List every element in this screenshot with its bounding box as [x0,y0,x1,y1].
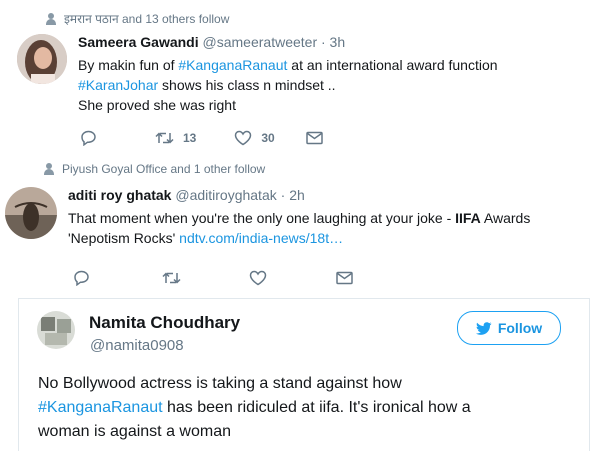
retweet-button[interactable]: 13 [155,131,196,145]
text-segment: By makin fun of [78,57,179,73]
reply-button[interactable] [80,130,97,146]
envelope-icon [336,271,353,285]
heart-icon [235,130,252,146]
retweet-icon [155,132,174,144]
user-handle[interactable]: @sameeratweeter [203,34,318,50]
text-segment: She proved she was right [78,97,236,113]
tweet-text: By makin fun of #KanganaRanaut at an int… [78,55,578,115]
retweet-icon [162,272,181,284]
envelope-icon [305,131,323,145]
tweet-header: aditi roy ghatak @aditiroyghatak · 2h [68,187,305,203]
tweet-actions: 13 30 [80,130,323,146]
like-button[interactable] [249,270,267,286]
display-name[interactable]: Sameera Gawandi [78,34,199,50]
reply-icon [74,270,89,286]
avatar[interactable] [17,34,67,84]
text-segment: That moment when you're the only one lau… [68,210,456,226]
text-segment: No Bollywood actress is taking a stand a… [38,375,402,392]
text-segment-bold: IIFA [455,210,481,226]
embedded-tweet-card[interactable]: Namita Choudhary @namita0908 Follow No B… [18,298,590,451]
avatar-image-icon [17,34,67,84]
text-segment: woman is against a woman [38,423,231,440]
like-button[interactable]: 30 [234,130,275,146]
user-handle[interactable]: @aditiroyghatak [175,187,276,203]
timestamp[interactable]: · 2h [281,187,305,203]
follow-label: Follow [497,320,543,336]
twitter-bird-icon [475,321,492,335]
display-name[interactable]: Namita Choudhary [89,313,240,333]
user-icon [44,163,54,175]
hashtag-link[interactable]: #KanganaRanaut [38,399,163,416]
text-segment: at an international award function [287,57,498,73]
tweet-sameera[interactable]: इमरान पठान and 13 others follow Sameera … [0,0,600,148]
user-icon [46,12,56,25]
social-context: इमरान पठान and 13 others follow [46,10,229,27]
text-segment: has been ridiculed at iifa. It's ironica… [162,399,471,416]
reply-icon [81,130,96,146]
user-handle[interactable]: @namita0908 [90,337,184,354]
social-context: Piyush Goyal Office and 1 other follow [44,162,265,176]
heart-icon [249,270,267,286]
timestamp[interactable]: · 3h [321,34,345,50]
like-count: 30 [261,131,275,145]
direct-message-button[interactable] [305,131,323,145]
avatar[interactable] [5,187,57,239]
tweet-aditi[interactable]: Piyush Goyal Office and 1 other follow a… [0,152,600,296]
social-context-text: Piyush Goyal Office and 1 other follow [62,162,266,176]
social-context-text: इमरान पठान and 13 others follow [64,12,230,26]
retweet-button[interactable] [162,271,181,285]
article-link[interactable]: ndtv.com/india-news/18t… [179,230,343,246]
tweet-header: Sameera Gawandi @sameeratweeter · 3h [78,34,345,50]
hashtag-link[interactable]: #KaranJohar [78,77,158,93]
avatar-image-icon [37,311,75,349]
reply-button[interactable] [73,270,90,286]
tweet-actions [73,270,353,286]
retweet-count: 13 [183,131,197,145]
text-segment: 'Nepotism Rocks' [68,230,180,246]
display-name[interactable]: aditi roy ghatak [68,187,171,203]
follow-button[interactable]: Follow [457,311,561,345]
avatar-image-icon [5,187,57,239]
tweet-text: That moment when you're the only one lau… [68,208,600,248]
direct-message-button[interactable] [336,271,353,285]
avatar[interactable] [37,311,75,349]
text-segment: shows his class n mindset .. [158,77,336,93]
tweet-text: No Bollywood actress is taking a stand a… [38,372,583,444]
hashtag-link[interactable]: #KanganaRanaut [178,57,287,73]
text-segment: Awards [480,210,531,226]
